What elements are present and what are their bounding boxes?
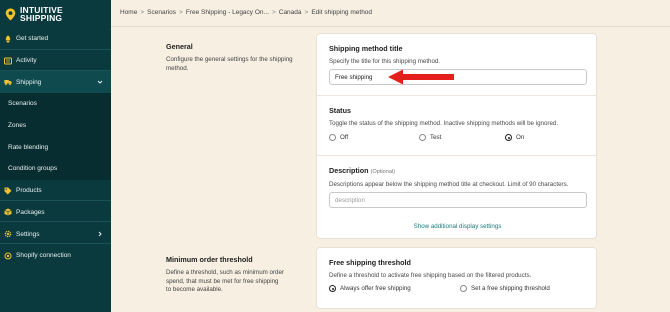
sidebar-item-label: Activity	[16, 57, 37, 65]
free-threshold-help: Define a threshold to activate free ship…	[329, 272, 532, 279]
radio-button-selected[interactable]	[505, 134, 512, 141]
sidebar-item-label: Shopify connection	[16, 252, 71, 260]
status-label: Status	[329, 106, 351, 115]
sidebar-item-label: Scenarios	[8, 100, 37, 108]
sidebar-divider	[0, 49, 111, 50]
radio-button[interactable]	[460, 285, 467, 292]
sidebar: INTUITIVE SHIPPING Get started Activity …	[0, 0, 111, 312]
link-icon	[4, 252, 12, 260]
sidebar-item-zones[interactable]: Zones	[0, 114, 111, 137]
min-order-section-info: Minimum order threshold Define a thresho…	[166, 255, 284, 295]
always-free-option[interactable]: Always offer free shipping	[329, 285, 411, 292]
general-section-info: General Configure the general settings f…	[166, 42, 296, 73]
sidebar-item-scenarios[interactable]: Scenarios	[0, 93, 111, 115]
sidebar-item-label: Settings	[16, 230, 40, 238]
sidebar-item-packages[interactable]: Packages	[0, 202, 111, 224]
brand-logo[interactable]: INTUITIVE SHIPPING	[0, 0, 111, 28]
radio-button[interactable]	[419, 134, 426, 141]
sidebar-item-label: Get started	[16, 35, 49, 43]
chevron-down-icon	[97, 80, 103, 84]
sidebar-item-shipping[interactable]: Shipping	[0, 71, 111, 94]
chevron-right-icon	[98, 231, 102, 237]
sidebar-item-products[interactable]: Products	[0, 180, 111, 202]
sidebar-item-label: Packages	[16, 208, 45, 216]
breadcrumb-home[interactable]: Home	[120, 9, 137, 16]
sidebar-item-label: Rate blending	[8, 143, 49, 151]
brand-name: INTUITIVE SHIPPING	[20, 5, 63, 23]
radio-label: On	[516, 134, 525, 141]
general-section-desc: Configure the general settings for the s…	[166, 56, 293, 72]
sidebar-divider	[0, 221, 111, 222]
general-section-title: General	[166, 42, 193, 51]
breadcrumb-scenarios[interactable]: Scenarios	[147, 9, 176, 16]
method-title-help: Specify the title for this shipping meth…	[329, 58, 441, 65]
breadcrumb-separator: >	[304, 9, 309, 16]
sidebar-item-label: Zones	[8, 122, 27, 130]
sidebar-item-condition-groups[interactable]: Condition groups	[0, 158, 111, 180]
sidebar-item-label: Condition groups	[8, 165, 58, 173]
min-order-section-title: Minimum order threshold	[166, 255, 253, 264]
radio-label: Test	[430, 134, 442, 141]
method-title-section: Shipping method title Specify the title …	[317, 34, 596, 96]
status-option-test[interactable]: Test	[419, 134, 441, 141]
status-option-off[interactable]: Off	[329, 134, 348, 141]
sidebar-item-shopify-connection[interactable]: Shopify connection	[0, 245, 111, 267]
sidebar-divider	[0, 70, 111, 71]
general-card: Shipping method title Specify the title …	[316, 33, 597, 239]
breadcrumb: Home > Scenarios > Free Shipping - Legac…	[120, 9, 372, 16]
breadcrumb-separator: >	[179, 9, 183, 16]
method-title-input[interactable]: Free shipping	[329, 69, 587, 85]
rocket-icon	[5, 35, 11, 43]
list-icon	[4, 57, 12, 65]
radio-label: Set a free shipping threshold	[471, 285, 550, 292]
radio-label: Always offer free shipping	[340, 285, 411, 292]
annotation-arrow	[388, 69, 454, 85]
sidebar-item-label: Products	[16, 187, 42, 195]
show-display-settings-link[interactable]: Show additional display settings	[317, 223, 598, 230]
sidebar-item-activity[interactable]: Activity	[0, 50, 111, 72]
box-icon	[4, 208, 12, 216]
location-pin-icon	[5, 8, 16, 20]
sidebar-item-get-started[interactable]: Get started	[0, 28, 111, 50]
status-section: Status Toggle the status of the shipping…	[317, 96, 596, 156]
description-help: Descriptions appear below the shipping m…	[329, 181, 569, 188]
description-section: Description (Optional) Descriptions appe…	[317, 156, 596, 238]
radio-button[interactable]	[329, 134, 336, 141]
method-title-label: Shipping method title	[329, 44, 403, 53]
tag-icon	[4, 187, 12, 195]
description-input[interactable]: description	[329, 192, 587, 208]
free-threshold-title: Free shipping threshold	[329, 258, 411, 267]
breadcrumb-separator: >	[140, 9, 145, 16]
sidebar-nav: Get started Activity Shipping Scenarios …	[0, 28, 111, 267]
status-help: Toggle the status of the shipping method…	[329, 120, 559, 127]
breadcrumb-separator: >	[271, 9, 276, 16]
free-threshold-card: Free shipping threshold Define a thresho…	[316, 247, 597, 309]
breadcrumb-scenario[interactable]: Free Shipping - Legacy On...	[186, 9, 269, 16]
sidebar-item-settings[interactable]: Settings	[0, 223, 111, 245]
brand-line-2: SHIPPING	[20, 13, 63, 23]
radio-label: Off	[340, 134, 349, 141]
status-option-on[interactable]: On	[505, 134, 524, 141]
radio-button-selected[interactable]	[329, 285, 336, 292]
sidebar-divider	[0, 243, 111, 244]
truck-icon	[4, 80, 12, 86]
header-divider	[111, 26, 670, 27]
description-title: Description	[329, 166, 369, 175]
description-label: Description (Optional)	[329, 166, 395, 175]
sidebar-item-rate-blending[interactable]: Rate blending	[0, 136, 111, 159]
min-order-section-desc: Define a threshold, such as minimum orde…	[166, 269, 284, 293]
gear-icon	[4, 230, 12, 238]
sidebar-divider	[0, 200, 111, 201]
optional-tag: (Optional)	[370, 169, 396, 175]
breadcrumb-current: Edit shipping method	[311, 9, 373, 16]
sidebar-item-label: Shipping	[16, 78, 42, 86]
set-threshold-option[interactable]: Set a free shipping threshold	[460, 285, 550, 292]
breadcrumb-zone[interactable]: Canada	[279, 9, 302, 16]
